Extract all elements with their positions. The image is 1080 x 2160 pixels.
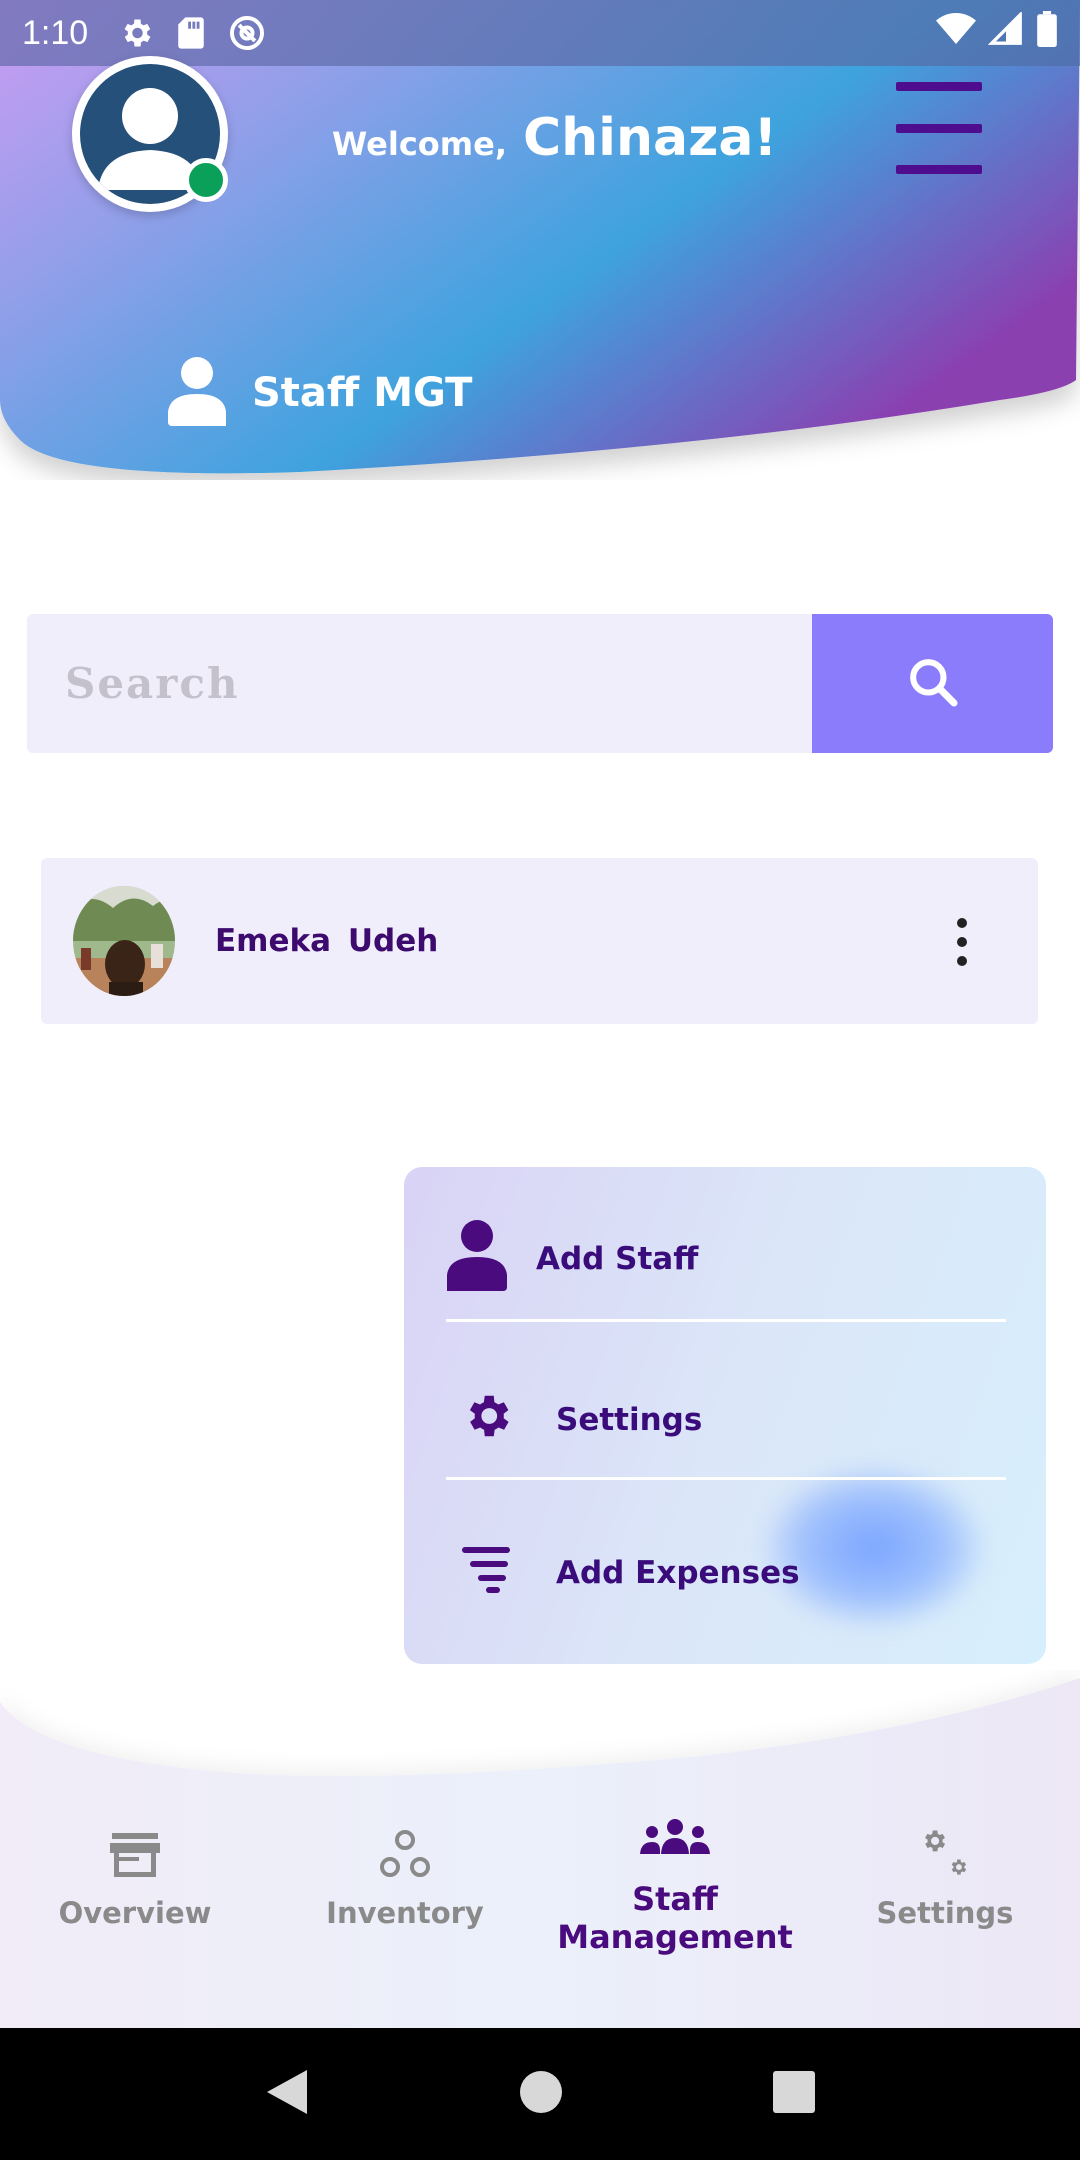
signal-icon bbox=[987, 10, 1024, 55]
hamburger-menu-button[interactable] bbox=[896, 82, 982, 174]
menu-bar bbox=[896, 165, 982, 174]
search-button[interactable] bbox=[812, 614, 1053, 753]
bottom-navigation: Overview Inventory Staff Management Sett… bbox=[0, 1819, 1080, 2028]
staff-name: Emeka Udeh bbox=[215, 923, 439, 959]
page-title-text: Staff MGT bbox=[252, 370, 473, 416]
recents-icon[interactable] bbox=[773, 2071, 815, 2117]
list-item[interactable]: Emeka Udeh bbox=[41, 858, 1038, 1024]
menu-item-add-staff[interactable]: Add Staff bbox=[446, 1219, 1006, 1299]
menu-item-label: Add Expenses bbox=[556, 1555, 800, 1591]
menu-item-settings[interactable]: Settings bbox=[446, 1389, 1006, 1451]
welcome-message: Welcome, Chinaza! bbox=[332, 108, 777, 168]
kebab-dot bbox=[957, 956, 967, 966]
system-navigation-bar bbox=[0, 2028, 1080, 2160]
status-time: 1:10 bbox=[22, 13, 89, 52]
kebab-dot bbox=[957, 918, 967, 928]
battery-icon bbox=[1036, 10, 1058, 56]
home-icon[interactable] bbox=[519, 2070, 563, 2118]
divider bbox=[446, 1477, 1006, 1480]
gear-icon bbox=[460, 1389, 514, 1451]
person-icon bbox=[166, 356, 228, 430]
tab-settings[interactable]: Settings bbox=[810, 1820, 1080, 2028]
search-input[interactable] bbox=[27, 614, 812, 753]
at-sign-icon bbox=[228, 14, 266, 52]
menu-item-label: Settings bbox=[556, 1402, 703, 1438]
more-options-icon[interactable] bbox=[956, 918, 968, 966]
welcome-user-name: Chinaza! bbox=[522, 108, 778, 168]
menu-item-add-expenses[interactable]: Add Expenses bbox=[446, 1545, 1006, 1601]
tab-label: Overview bbox=[58, 1896, 212, 1930]
filter-lines-icon bbox=[460, 1545, 516, 1601]
wifi-icon bbox=[936, 12, 976, 55]
tab-overview[interactable]: Overview bbox=[0, 1820, 270, 2028]
search-bar bbox=[27, 614, 1053, 753]
tab-staff-management[interactable]: Staff Management bbox=[540, 1804, 810, 2028]
group-icon bbox=[638, 1804, 712, 1874]
sd-card-icon bbox=[176, 16, 206, 50]
page-title: Staff MGT bbox=[166, 356, 472, 430]
tab-label-line-1: Staff bbox=[632, 1880, 718, 1918]
tab-label-line-2: Management bbox=[557, 1918, 793, 1956]
app-header: 1:10 Welcome, Chinaza! Staff MGT bbox=[0, 0, 1080, 480]
back-icon[interactable] bbox=[265, 2068, 309, 2120]
user-avatar[interactable] bbox=[72, 56, 228, 212]
tab-label: Settings bbox=[876, 1896, 1014, 1930]
online-status-dot bbox=[184, 158, 228, 202]
tab-inventory[interactable]: Inventory bbox=[270, 1820, 540, 2028]
menu-bar bbox=[896, 123, 982, 133]
person-icon bbox=[446, 1219, 508, 1299]
store-icon bbox=[108, 1820, 162, 1890]
gears-icon bbox=[914, 1820, 976, 1890]
menu-bar bbox=[896, 82, 982, 91]
kebab-dot bbox=[957, 937, 967, 947]
staff-avatar bbox=[73, 886, 175, 996]
search-icon bbox=[905, 654, 961, 714]
actions-popup-menu: Add Staff Settings Add Expenses bbox=[404, 1167, 1046, 1664]
divider bbox=[446, 1319, 1006, 1322]
welcome-prefix: Welcome, bbox=[332, 125, 507, 163]
gear-icon bbox=[118, 15, 154, 51]
tab-label: Inventory bbox=[326, 1896, 484, 1930]
menu-item-label: Add Staff bbox=[536, 1241, 699, 1277]
circles-icon bbox=[378, 1820, 432, 1890]
